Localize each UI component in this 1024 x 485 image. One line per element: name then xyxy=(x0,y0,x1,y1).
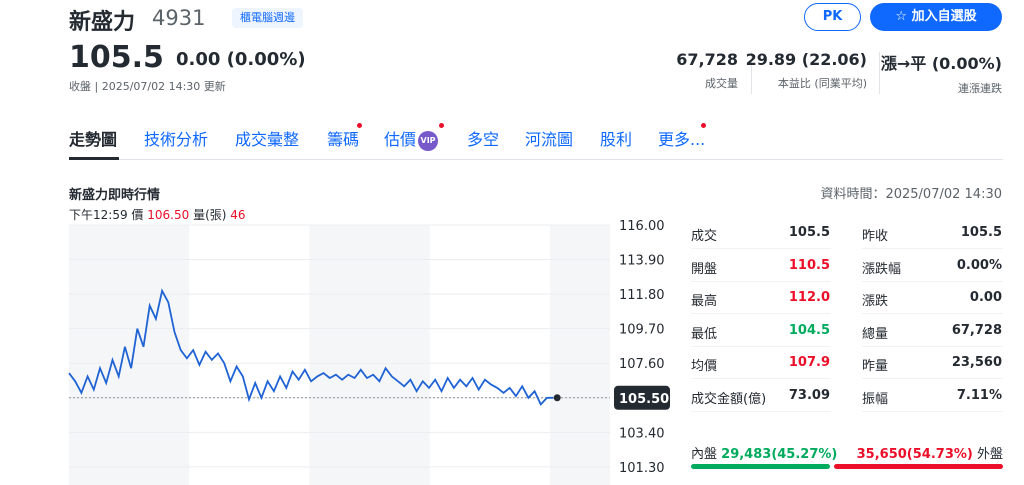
tab-long-short[interactable]: 多空 xyxy=(467,126,499,150)
inner-value: 29,483(45.27%) xyxy=(721,447,838,462)
stat-row: 成交 xyxy=(691,225,717,244)
stat-value: 104.5 xyxy=(788,322,830,338)
stock-name: 新盛力 xyxy=(69,10,136,35)
stat-label: 漲跌 xyxy=(862,294,889,310)
stat-value: 23,560 xyxy=(951,355,1002,371)
tab-technical[interactable]: 技術分析 xyxy=(144,126,208,150)
outer-value: 35,650(54.73%) xyxy=(856,447,973,462)
update-status: 收盤 | 2025/07/02 14:30 更新 xyxy=(69,80,226,93)
stat-divider xyxy=(879,52,880,94)
stat-label: 成交 xyxy=(691,229,718,244)
row-divider xyxy=(691,378,831,380)
time-band xyxy=(309,225,430,485)
industry-tag[interactable]: 櫃電腦週邊 xyxy=(232,8,303,28)
chart-title: 新盛力即時行情 xyxy=(69,188,161,203)
stat-label: 最高 xyxy=(691,294,718,310)
stat-row: 昨收 xyxy=(862,225,888,244)
tab-chips[interactable]: 籌碼 xyxy=(327,126,359,150)
stat-label: 振幅 xyxy=(862,392,889,407)
active-tab-indicator xyxy=(69,157,119,160)
stat-value: 73.09 xyxy=(788,388,830,403)
y-tick-label: 107.60 xyxy=(619,357,665,372)
stat-pe-ratio: 29.89 (22.06) 本益比 (同業平均) xyxy=(745,50,867,90)
tab-dividend[interactable]: 股利 xyxy=(600,126,632,150)
stat-volume: 67,728 成交量 xyxy=(676,50,738,90)
stat-row: 開盤 xyxy=(691,258,717,277)
star-icon: ☆ xyxy=(895,9,908,24)
row-divider xyxy=(691,313,831,315)
y-tick-label: 111.80 xyxy=(619,288,665,303)
tab-bar: 走勢圖 技術分析 成交彙整 籌碼 估價 VIP 多空 河流圖 股利 更多... xyxy=(69,123,1003,160)
tab-valuation[interactable]: 估價 VIP xyxy=(384,126,439,151)
price-change: 0.00 (0.00%) xyxy=(176,49,306,70)
inner-label: 內盤 xyxy=(691,447,718,462)
row-divider xyxy=(691,248,831,249)
stat-row: 最高 xyxy=(691,290,717,309)
y-tick-label: 113.90 xyxy=(619,254,665,269)
stat-value: 0.00 xyxy=(969,290,1002,306)
stat-label: 昨收 xyxy=(862,229,889,244)
inner-bar xyxy=(691,464,831,469)
tab-river[interactable]: 河流圖 xyxy=(525,126,573,150)
row-divider xyxy=(862,248,1003,249)
current-price-label: 105.50 xyxy=(619,392,669,407)
current-price-dot xyxy=(553,394,561,402)
stat-value: 105.5 xyxy=(960,225,1002,240)
inner-outer-volume: 內盤 29,483(45.27%) 35,650(54.73%) 外盤 xyxy=(691,443,1003,462)
outer-label: 外盤 xyxy=(976,447,1003,462)
intraday-chart[interactable]: 116.00 113.90 111.80 109.70 107.60 103.40 101.… xyxy=(0,220,680,485)
stat-label: 開盤 xyxy=(691,261,718,277)
tab-more[interactable]: 更多... xyxy=(658,126,705,150)
time-band xyxy=(69,225,190,485)
stat-value: 112.0 xyxy=(788,290,830,306)
stat-streak: 漲→平 (0.00%) 連漲連跌 xyxy=(880,54,1002,95)
notification-dot xyxy=(701,123,706,128)
tab-trades[interactable]: 成交彙整 xyxy=(235,126,299,150)
stat-label: 最低 xyxy=(691,326,718,342)
tab-trend[interactable]: 走勢圖 xyxy=(69,126,117,150)
notification-dot xyxy=(439,123,444,128)
outer-bar xyxy=(834,464,1003,469)
current-price: 105.5 xyxy=(69,40,164,75)
row-divider xyxy=(862,411,1003,412)
stat-value: 107.9 xyxy=(788,355,830,371)
stat-row: 漲跌幅 xyxy=(862,258,901,277)
row-divider xyxy=(862,345,1003,347)
stat-row: 漲跌 xyxy=(862,290,888,309)
stat-row: 最低 xyxy=(691,323,717,342)
row-divider xyxy=(862,280,1003,282)
stat-value: 7.11% xyxy=(956,388,1002,403)
notification-dot xyxy=(357,123,362,128)
stat-value: 105.5 xyxy=(788,225,830,240)
stat-label: 昨量 xyxy=(862,359,889,375)
add-watchlist-label: 加入自選股 xyxy=(911,9,977,24)
stock-code: 4931 xyxy=(152,6,206,30)
y-tick-label: 101.30 xyxy=(619,461,665,476)
stat-row: 振幅 xyxy=(862,388,888,407)
y-tick-label: 103.40 xyxy=(619,426,665,441)
stat-row: 昨量 xyxy=(862,355,888,374)
stat-label: 漲跌幅 xyxy=(862,261,902,277)
row-divider xyxy=(691,345,831,347)
y-tick-label: 109.70 xyxy=(619,323,665,338)
time-band xyxy=(549,225,610,485)
row-divider xyxy=(862,378,1003,380)
y-tick-label: 116.00 xyxy=(619,220,665,234)
stat-row: 總量 xyxy=(862,323,888,342)
row-divider xyxy=(862,313,1003,315)
row-divider xyxy=(691,280,831,282)
stat-value: 110.5 xyxy=(788,257,830,273)
vip-badge: VIP xyxy=(418,131,439,151)
stat-label: 均價 xyxy=(691,359,718,375)
stat-value: 0.00% xyxy=(956,257,1002,273)
stat-label: 總量 xyxy=(862,326,889,342)
row-divider xyxy=(691,411,831,412)
pk-button[interactable]: PK xyxy=(804,3,861,31)
data-time: 資料時間：2025/07/02 14:30 xyxy=(820,187,1002,202)
stat-row: 均價 xyxy=(691,355,717,374)
add-watchlist-button[interactable]: ☆ 加入自選股 xyxy=(870,3,1002,31)
stat-value: 67,728 xyxy=(951,322,1002,338)
